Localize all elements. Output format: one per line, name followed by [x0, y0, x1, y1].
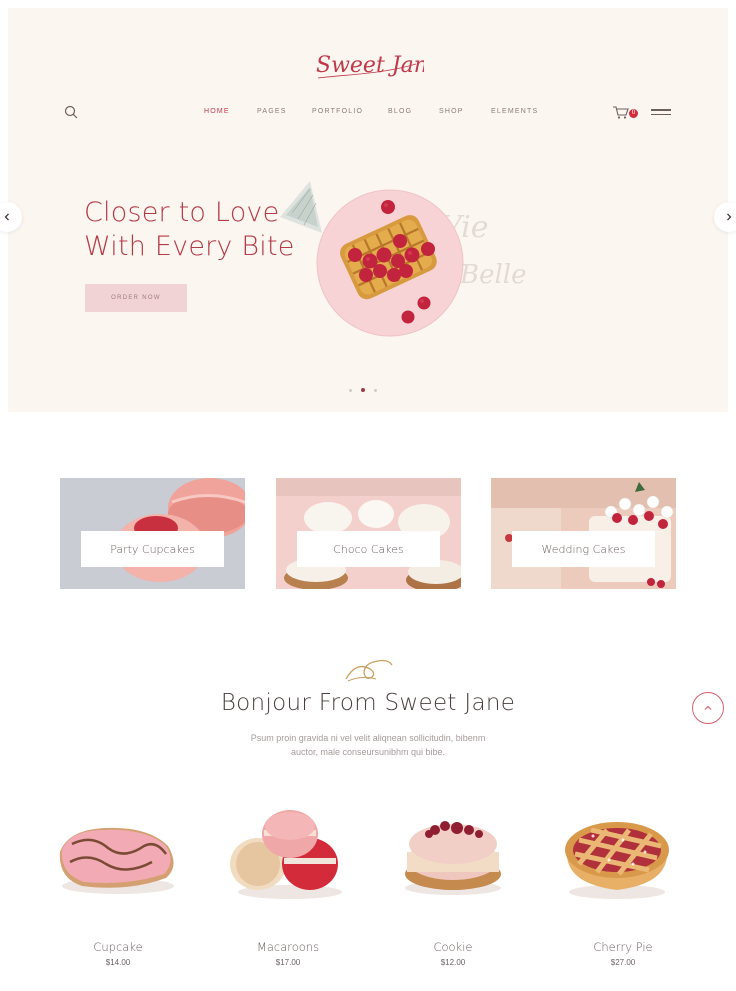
- search-icon[interactable]: [63, 104, 79, 120]
- chevron-right-icon: [727, 213, 732, 221]
- category-card-wedding-cakes[interactable]: Wedding Cakes: [491, 478, 676, 589]
- product-name[interactable]: Macaroons: [218, 940, 358, 954]
- ornament-flourish-icon: [345, 659, 393, 682]
- nav-item-portfolio[interactable]: PORTFOLIO: [312, 108, 363, 115]
- nav-item-elements[interactable]: ELEMENTS: [491, 108, 538, 115]
- product-name[interactable]: Cupcake: [48, 940, 188, 954]
- decor-leaf-shape: [280, 181, 322, 233]
- slide-dot-2[interactable]: [361, 388, 365, 392]
- nav-item-pages[interactable]: PAGES: [257, 108, 287, 115]
- chevron-up-icon: [704, 705, 712, 710]
- scroll-to-top-button[interactable]: [692, 692, 724, 724]
- product-price: $14.00: [105, 958, 131, 967]
- slider-pagination: [349, 388, 377, 392]
- order-now-button[interactable]: ORDER NOW: [85, 284, 187, 312]
- product-card-cherry-pie[interactable]: Cherry Pie $27.00: [553, 800, 693, 985]
- category-label: Party Cupcakes: [81, 531, 224, 567]
- product-card-cookie[interactable]: Cookie $12.00: [383, 800, 523, 985]
- category-label: Wedding Cakes: [512, 531, 655, 567]
- product-price: $27.00: [610, 958, 636, 967]
- category-label: Choco Cakes: [297, 531, 440, 567]
- cart-count-badge: 0: [629, 109, 638, 118]
- product-card-cupcake[interactable]: Cupcake $14.00: [48, 800, 188, 985]
- svg-text:Sweet Jane: Sweet Jane: [316, 53, 424, 78]
- product-price: $17.00: [275, 958, 301, 967]
- hero-waffle-image: Vie Belle: [280, 181, 527, 337]
- slide-dot-3[interactable]: [374, 388, 377, 392]
- intro-title: Bonjour From Sweet Jane: [220, 690, 516, 716]
- cookie-image: [405, 821, 501, 895]
- category-card-choco-cakes[interactable]: Choco Cakes: [276, 478, 461, 589]
- product-price: $12.00: [440, 958, 466, 967]
- slider-next-button[interactable]: [714, 202, 736, 232]
- intro-description-line-2: auctor, male conseursunibhm qui bibe.: [290, 747, 446, 757]
- slide-dot-1[interactable]: [349, 388, 352, 392]
- product-card-macaroons[interactable]: Macaroons $17.00: [218, 800, 358, 985]
- sweet-jane-logo[interactable]: Sweet Jane: [312, 34, 424, 94]
- intro-description: Psum proin gravida ni vel velit aliqnean…: [236, 731, 500, 759]
- macaroons-image: [230, 810, 342, 899]
- nav-item-home[interactable]: HOME: [204, 108, 230, 115]
- cherry-pie-image: [565, 822, 669, 899]
- chevron-left-icon: [4, 213, 9, 221]
- nav-item-blog[interactable]: BLOG: [388, 108, 412, 115]
- nav-item-shop[interactable]: SHOP: [439, 108, 464, 115]
- product-name[interactable]: Cookie: [383, 940, 523, 954]
- intro-description-line-1: Psum proin gravida ni vel velit aliqnean…: [250, 733, 486, 743]
- hamburger-menu-icon[interactable]: [651, 109, 671, 117]
- script-belle: Belle: [459, 260, 527, 290]
- cupcake-image: [59, 827, 174, 894]
- category-card-party-cupcakes[interactable]: Party Cupcakes: [60, 478, 245, 589]
- product-name[interactable]: Cherry Pie: [553, 940, 693, 954]
